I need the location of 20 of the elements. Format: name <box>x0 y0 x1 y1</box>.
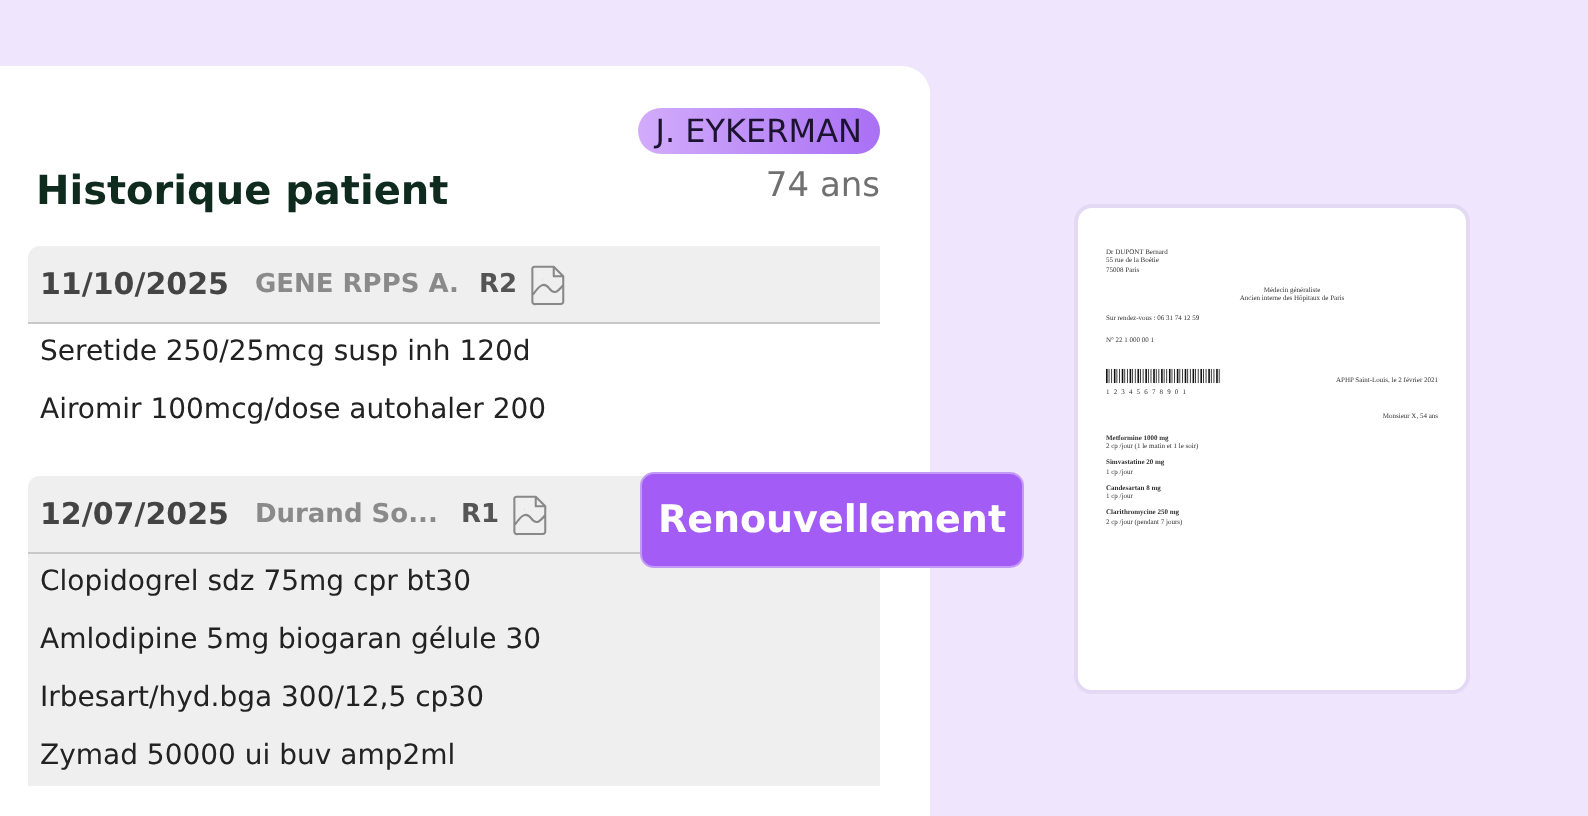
renewal-count: R1 <box>460 499 500 529</box>
doctor-name: Durand So... <box>254 499 440 529</box>
prescription-card[interactable]: 11/10/2025 GENE RPPS A. R2 Seretide 250/25mcg susp inh 120d Airomir 100mcg/dose autohaler 200 <box>28 246 880 440</box>
image-file-icon[interactable] <box>511 493 550 535</box>
prescription-date: 11/10/2025 <box>40 266 229 302</box>
medication-line: Amlodipine 5mg biogaran gélule 30 <box>38 622 544 660</box>
doctor-name: GENE RPPS A. <box>254 269 459 299</box>
medication-line: Irbesart/hyd.bga 300/12,5 cp30 <box>38 680 486 718</box>
panel-title: Historique patient <box>36 166 449 214</box>
prescription-date: 12/07/2025 <box>40 496 229 532</box>
renewal-count: R2 <box>479 269 518 299</box>
patient-name-badge: J. EYKERMAN <box>637 108 880 154</box>
patient-age: 74 ans <box>765 166 880 206</box>
image-file-icon[interactable] <box>529 263 568 305</box>
medication-line: Clopidogrel sdz 75mg cpr bt30 <box>38 564 473 602</box>
barcode-drawing <box>1106 364 1222 389</box>
medication-line: Zymad 50000 ui buv amp2ml <box>38 738 458 776</box>
medication-line: Airomir 100mcg/dose autohaler 200 <box>38 392 549 430</box>
renewal-button[interactable]: Renouvellement <box>640 472 1024 568</box>
medication-line: Seretide 250/25mcg susp inh 120d <box>38 334 533 372</box>
